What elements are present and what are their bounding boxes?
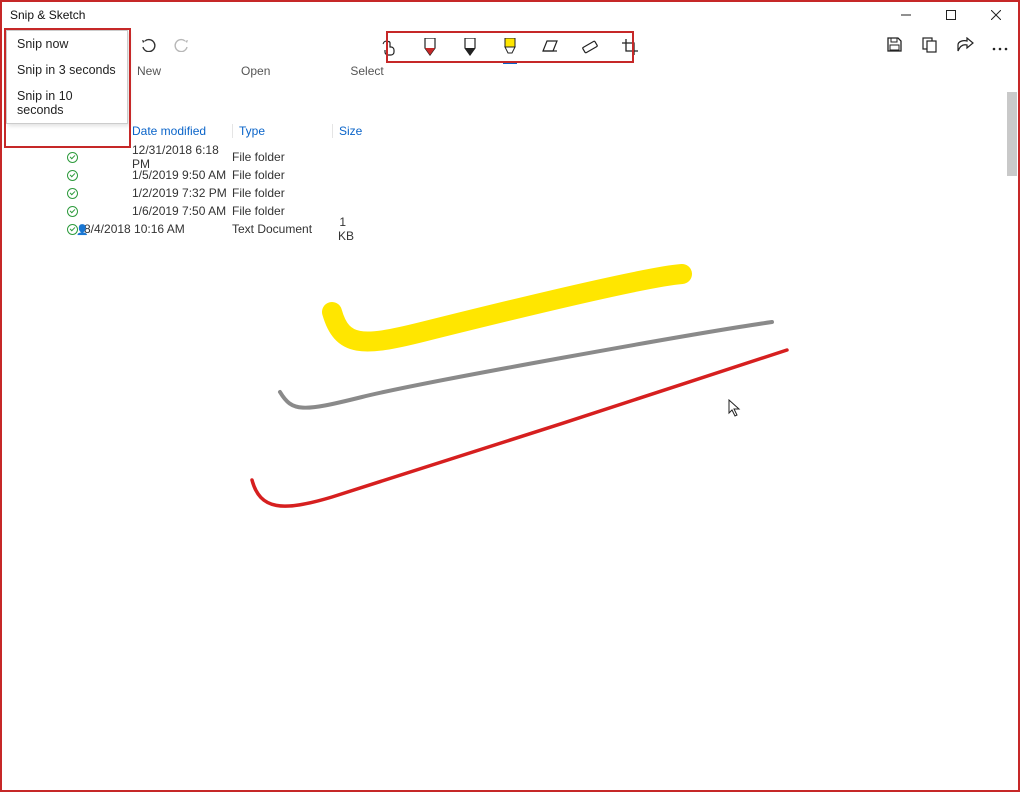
- drawing-canvas[interactable]: [2, 2, 1022, 794]
- sync-status-icon: [60, 206, 84, 217]
- sync-status-icon: [60, 152, 84, 163]
- cursor-icon: [728, 399, 742, 422]
- table-row[interactable]: 1/2/2019 7:32 PM File folder: [60, 184, 398, 202]
- col-date[interactable]: Date modified: [132, 124, 232, 138]
- menu-snip-10s[interactable]: Snip in 10 seconds: [7, 83, 127, 123]
- file-column-headers: Date modified Type Size: [132, 124, 392, 138]
- bg-label-open: Open: [241, 64, 270, 78]
- scrollbar-thumb[interactable]: [1007, 92, 1017, 176]
- bg-label-new: New: [137, 64, 161, 78]
- file-list: 12/31/2018 6:18 PM File folder 1/5/2019 …: [60, 148, 398, 238]
- sync-status-icon: [60, 188, 84, 199]
- menu-snip-3s[interactable]: Snip in 3 seconds: [7, 57, 127, 83]
- table-row[interactable]: 👤 8/4/2018 10:16 AM Text Document 1 KB: [60, 220, 398, 238]
- table-row[interactable]: 1/5/2019 9:50 AM File folder: [60, 166, 398, 184]
- new-snip-menu: Snip now Snip in 3 seconds Snip in 10 se…: [6, 30, 128, 124]
- bg-label-select: Select: [350, 64, 383, 78]
- vertical-scrollbar[interactable]: [1006, 92, 1018, 788]
- table-row[interactable]: 12/31/2018 6:18 PM File folder: [60, 148, 398, 166]
- table-row[interactable]: 1/6/2019 7:50 AM File folder: [60, 202, 398, 220]
- col-size[interactable]: Size: [332, 124, 392, 138]
- col-type[interactable]: Type: [232, 124, 332, 138]
- sync-status-icon: [60, 170, 84, 181]
- menu-snip-now[interactable]: Snip now: [7, 31, 127, 57]
